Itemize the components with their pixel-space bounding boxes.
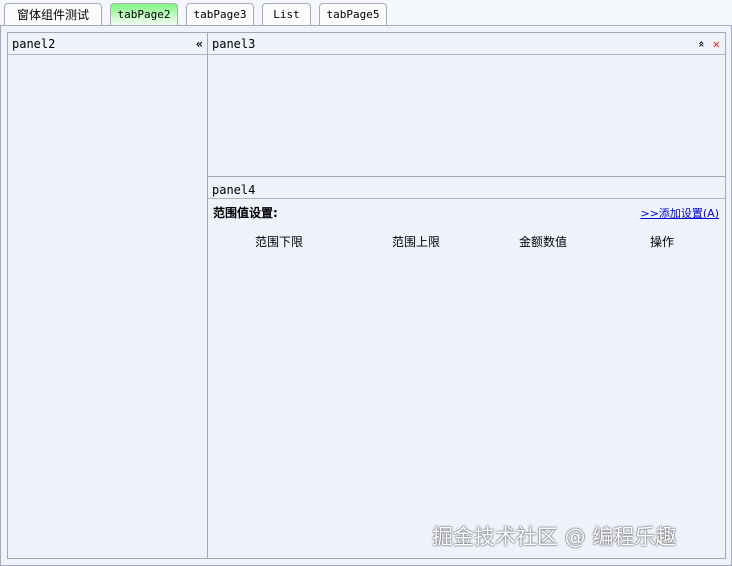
watermark: 掘金技术社区 @ 编程乐趣 xyxy=(432,525,677,549)
tab-strip: 窗体组件测试 tabPage2 tabPage3 List tabPage5 xyxy=(0,0,732,26)
column-header-lower: 范围下限 xyxy=(255,235,304,249)
panel4-header: panel4 xyxy=(208,177,725,199)
panel3: panel3 » ✕ xyxy=(207,32,726,177)
expand-icon[interactable]: » xyxy=(691,41,713,48)
panel2-header: panel2 « xyxy=(8,33,207,55)
panel2-title: panel2 xyxy=(12,37,56,51)
panel4: panel4 范围值设置: >>添加设置(A) 范围下限 范围上限 金额数值 操… xyxy=(207,176,726,559)
tab-list[interactable]: List xyxy=(262,3,311,26)
tab-tabpage5[interactable]: tabPage5 xyxy=(319,3,387,26)
collapse-icon[interactable]: « xyxy=(196,33,203,55)
add-setting-link[interactable]: >>添加设置(A) xyxy=(640,205,719,221)
panel3-title: panel3 xyxy=(212,37,256,51)
column-header-upper: 范围上限 xyxy=(392,235,441,249)
tab-tabpage2[interactable]: tabPage2 xyxy=(110,3,178,26)
tab-content: panel2 « panel3 » ✕ panel4 范围值设置: >>添加设置… xyxy=(0,25,732,566)
column-header-amount: 金额数值 xyxy=(519,235,568,249)
tab-form-components[interactable]: 窗体组件测试 xyxy=(4,3,102,26)
panel3-header: panel3 » ✕ xyxy=(208,33,725,55)
panel2: panel2 « xyxy=(7,32,208,559)
column-header-action: 操作 xyxy=(650,235,675,249)
tab-tabpage3[interactable]: tabPage3 xyxy=(186,3,254,26)
close-icon[interactable]: ✕ xyxy=(713,33,720,55)
panel4-title: panel4 xyxy=(212,183,256,197)
range-heading: 范围值设置: xyxy=(213,206,278,220)
